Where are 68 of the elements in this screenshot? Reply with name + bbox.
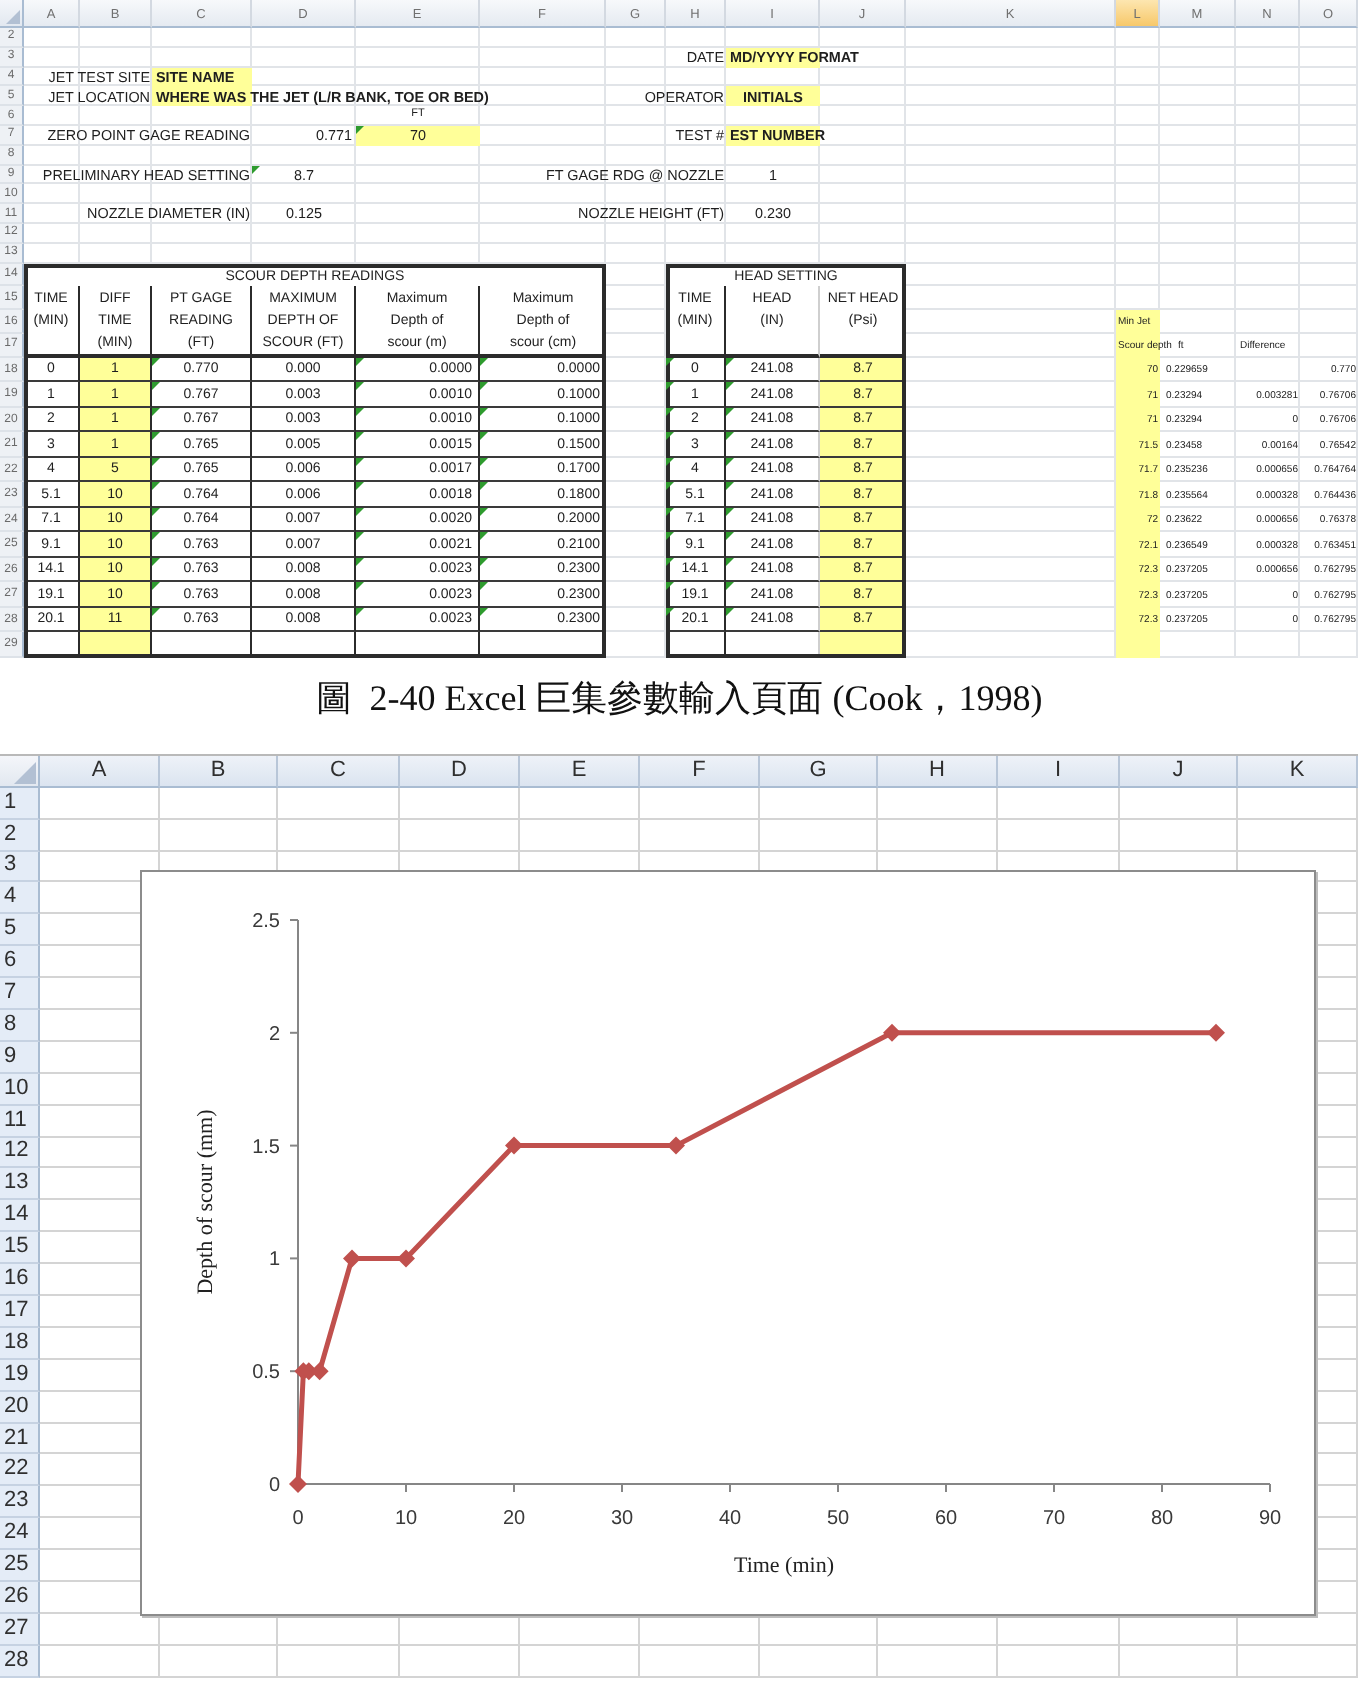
row-header[interactable]: 13	[0, 1168, 40, 1201]
column-header[interactable]: G	[760, 755, 878, 788]
row-header[interactable]: 3	[0, 851, 40, 883]
y-tick-label: 1	[268, 1248, 280, 1271]
row-header[interactable]: 12	[0, 1137, 40, 1169]
y-tick-label: 2	[268, 1023, 280, 1046]
row-header[interactable]: 4	[0, 882, 40, 915]
column-header[interactable]: J	[1120, 755, 1238, 788]
row-header[interactable]: 2	[0, 819, 40, 852]
y-tick-label: 2.5	[252, 910, 280, 933]
x-tick-label: 50	[826, 1507, 850, 1530]
data-point	[667, 1136, 685, 1155]
column-header[interactable]: F	[640, 755, 760, 788]
column-header[interactable]: I	[998, 755, 1120, 788]
x-tick-label: 70	[1042, 1507, 1066, 1530]
column-header[interactable]: D	[400, 755, 520, 788]
row-header[interactable]: 8	[0, 1009, 40, 1042]
row-header[interactable]: 11	[0, 1105, 40, 1138]
row-header[interactable]: 15	[0, 1232, 40, 1265]
row-header[interactable]: 14	[0, 1200, 40, 1233]
row-header[interactable]: 28	[0, 1645, 40, 1678]
row-header[interactable]: 17	[0, 1296, 40, 1328]
column-header[interactable]: B	[160, 755, 278, 788]
row-header[interactable]: 19	[0, 1359, 40, 1392]
row-header[interactable]: 10	[0, 1073, 40, 1106]
row-header[interactable]: 18	[0, 1327, 40, 1360]
y-axis-title: Depth of scour (mm)	[194, 1108, 218, 1295]
y-tick-label: 0.5	[252, 1361, 280, 1384]
data-point	[289, 1474, 307, 1493]
data-point	[505, 1136, 523, 1155]
x-tick-label: 10	[394, 1507, 418, 1530]
row-header[interactable]: 25	[0, 1550, 40, 1583]
data-point	[343, 1248, 361, 1267]
corner-triangle-icon	[14, 761, 36, 784]
row-header[interactable]: 1	[0, 787, 40, 820]
row-header[interactable]: 5	[0, 914, 40, 947]
select-all-button[interactable]	[0, 755, 40, 788]
data-point	[1207, 1023, 1225, 1042]
x-axis-title: Time (min)	[734, 1553, 834, 1578]
column-header[interactable]: K	[1238, 755, 1358, 788]
data-point	[883, 1023, 901, 1042]
row-header[interactable]: 6	[0, 946, 40, 979]
x-tick-label: 30	[610, 1507, 634, 1530]
figure-caption: 圖 2-40 Excel 巨集參數輸入頁面 (Cook，1998)	[315, 677, 1043, 722]
x-tick-label: 90	[1258, 1507, 1282, 1530]
column-header[interactable]: H	[878, 755, 998, 788]
row-header[interactable]: 27	[0, 1613, 40, 1646]
y-tick-label: 1.5	[252, 1136, 280, 1159]
row-header[interactable]: 16	[0, 1264, 40, 1296]
x-tick-label: 20	[502, 1507, 526, 1530]
row-header[interactable]: 20	[0, 1391, 40, 1424]
column-header[interactable]: E	[520, 755, 640, 788]
row-header[interactable]: 7	[0, 978, 40, 1010]
row-header[interactable]: 9	[0, 1041, 40, 1074]
corner-triangle-icon	[6, 10, 20, 24]
x-tick-label: 60	[934, 1507, 958, 1530]
row-header[interactable]: 24	[0, 1518, 40, 1551]
column-header[interactable]: A	[40, 755, 160, 788]
row-header[interactable]: 22	[0, 1454, 40, 1487]
x-tick-label: 40	[718, 1507, 742, 1530]
x-tick-label: 80	[1150, 1507, 1174, 1530]
column-header[interactable]: C	[278, 755, 400, 788]
y-tick-label: 0	[268, 1474, 280, 1497]
row-header[interactable]: 21	[0, 1423, 40, 1455]
row-header[interactable]: 23	[0, 1486, 40, 1519]
select-all-button[interactable]	[0, 0, 24, 28]
row-header[interactable]: 26	[0, 1582, 40, 1614]
x-tick-label: 0	[292, 1507, 304, 1530]
